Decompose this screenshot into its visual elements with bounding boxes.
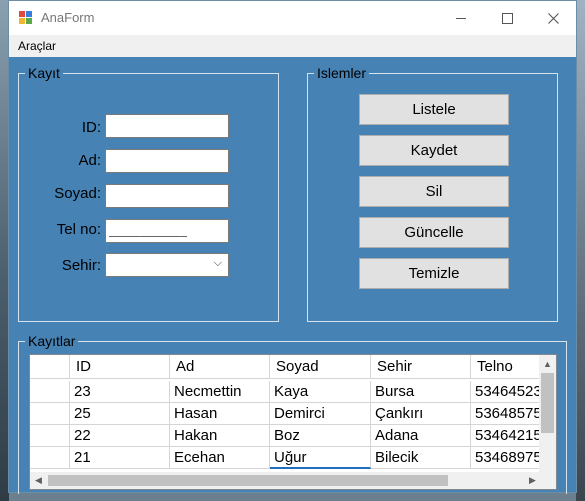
close-button[interactable] [530, 1, 576, 35]
datagrid-viewport: ID Ad Soyad Sehir Telno 23 Necmettin Kay… [30, 355, 541, 472]
kayitlar-group: Kayıtlar ID Ad Soyad Sehir Telno 23 Necm… [18, 333, 567, 494]
cell-sehir[interactable]: Bilecik [371, 447, 471, 469]
id-field[interactable] [105, 114, 229, 138]
sil-button[interactable]: Sil [359, 176, 509, 207]
horizontal-scroll-thumb[interactable] [48, 475, 448, 486]
listele-button[interactable]: Listele [359, 94, 509, 125]
cell-soyad[interactable]: Kaya [270, 381, 371, 403]
column-header-sehir[interactable]: Sehir [371, 355, 471, 379]
cell-sehir[interactable]: Çankırı [371, 403, 471, 425]
maximize-button[interactable] [484, 1, 530, 35]
table-row[interactable]: 22 Hakan Boz Adana 53464215 [30, 425, 541, 447]
cell-ad[interactable]: Ecehan [170, 447, 270, 469]
anaform-window: AnaForm Araçlar Kayıt ID: Ad: Soyad: Tel… [8, 0, 577, 494]
telno-label: Tel no: [56, 221, 101, 238]
kayit-group-title: Kayıt [25, 65, 63, 81]
row-header[interactable] [30, 403, 70, 425]
table-row[interactable]: 25 Hasan Demirci Çankırı 53648575 [30, 403, 541, 425]
soyad-field[interactable] [105, 184, 229, 208]
menu-item-araclar[interactable]: Araçlar [18, 39, 56, 53]
cell-telno[interactable]: 53464215 [471, 425, 541, 447]
cell-telno[interactable]: 53468975 [471, 447, 541, 469]
table-row[interactable]: 21 Ecehan Uğur Bilecik 53468975 [30, 447, 541, 469]
desktop-background-right [576, 0, 585, 501]
table-row[interactable]: 23 Necmettin Kaya Bursa 53464523 [30, 381, 541, 403]
cell-ad[interactable]: Hasan [170, 403, 270, 425]
cell-soyad[interactable]: Boz [270, 425, 371, 447]
kayit-group: Kayıt ID: Ad: Soyad: Tel no: Sehir: ⌵ [18, 65, 279, 322]
column-header-telno[interactable]: Telno [471, 355, 541, 379]
cell-ad[interactable]: Necmettin [170, 381, 270, 403]
kaydet-button[interactable]: Kaydet [359, 135, 509, 166]
menu-bar: Araçlar [9, 35, 576, 57]
cell-telno[interactable]: 53464523 [471, 381, 541, 403]
records-datagrid[interactable]: ID Ad Soyad Sehir Telno 23 Necmettin Kay… [29, 354, 557, 490]
guncelle-button[interactable]: Güncelle [359, 217, 509, 248]
islemler-group-title: Islemler [314, 65, 370, 81]
app-icon [19, 11, 33, 25]
row-header[interactable] [30, 381, 70, 403]
cell-id[interactable]: 22 [70, 425, 170, 447]
row-header[interactable] [30, 447, 70, 469]
cell-sehir[interactable]: Bursa [371, 381, 471, 403]
scroll-up-icon[interactable]: ▲ [539, 355, 556, 372]
ad-field[interactable] [105, 149, 229, 173]
kayitlar-group-title: Kayıtlar [25, 333, 79, 349]
scroll-left-icon[interactable]: ◀ [30, 472, 47, 489]
minimize-icon [456, 17, 466, 19]
id-label: ID: [81, 119, 101, 136]
chevron-down-icon[interactable]: ⌵ [214, 257, 222, 270]
scrollbar-corner [539, 472, 556, 489]
telno-masked-field[interactable] [105, 219, 229, 243]
vertical-scroll-thumb[interactable] [541, 373, 554, 433]
soyad-label: Soyad: [54, 185, 101, 202]
sehir-combobox[interactable]: ⌵ [105, 253, 229, 277]
cell-telno[interactable]: 53648575 [471, 403, 541, 425]
cell-id[interactable]: 25 [70, 403, 170, 425]
temizle-button[interactable]: Temizle [359, 258, 509, 289]
column-header-ad[interactable]: Ad [170, 355, 270, 379]
row-header-corner [30, 355, 70, 379]
maximize-icon [501, 12, 513, 24]
horizontal-scrollbar[interactable]: ◀ ▶ [30, 472, 541, 489]
islemler-group: Islemler Listele Kaydet Sil Güncelle Tem… [307, 65, 558, 322]
minimize-button[interactable] [438, 1, 484, 35]
sehir-label: Sehir: [61, 257, 101, 274]
cell-id[interactable]: 21 [70, 447, 170, 469]
cell-soyad-focused[interactable]: Uğur [270, 447, 371, 469]
cell-sehir[interactable]: Adana [371, 425, 471, 447]
column-header-id[interactable]: ID [70, 355, 170, 379]
row-header[interactable] [30, 425, 70, 447]
title-bar[interactable]: AnaForm [9, 1, 576, 35]
cell-id[interactable]: 23 [70, 381, 170, 403]
ad-label: Ad: [78, 152, 101, 169]
cell-ad[interactable]: Hakan [170, 425, 270, 447]
close-icon [547, 12, 559, 24]
window-title: AnaForm [41, 10, 95, 25]
column-header-soyad[interactable]: Soyad [270, 355, 371, 379]
vertical-scrollbar[interactable]: ▲ [539, 355, 556, 472]
cell-soyad[interactable]: Demirci [270, 403, 371, 425]
